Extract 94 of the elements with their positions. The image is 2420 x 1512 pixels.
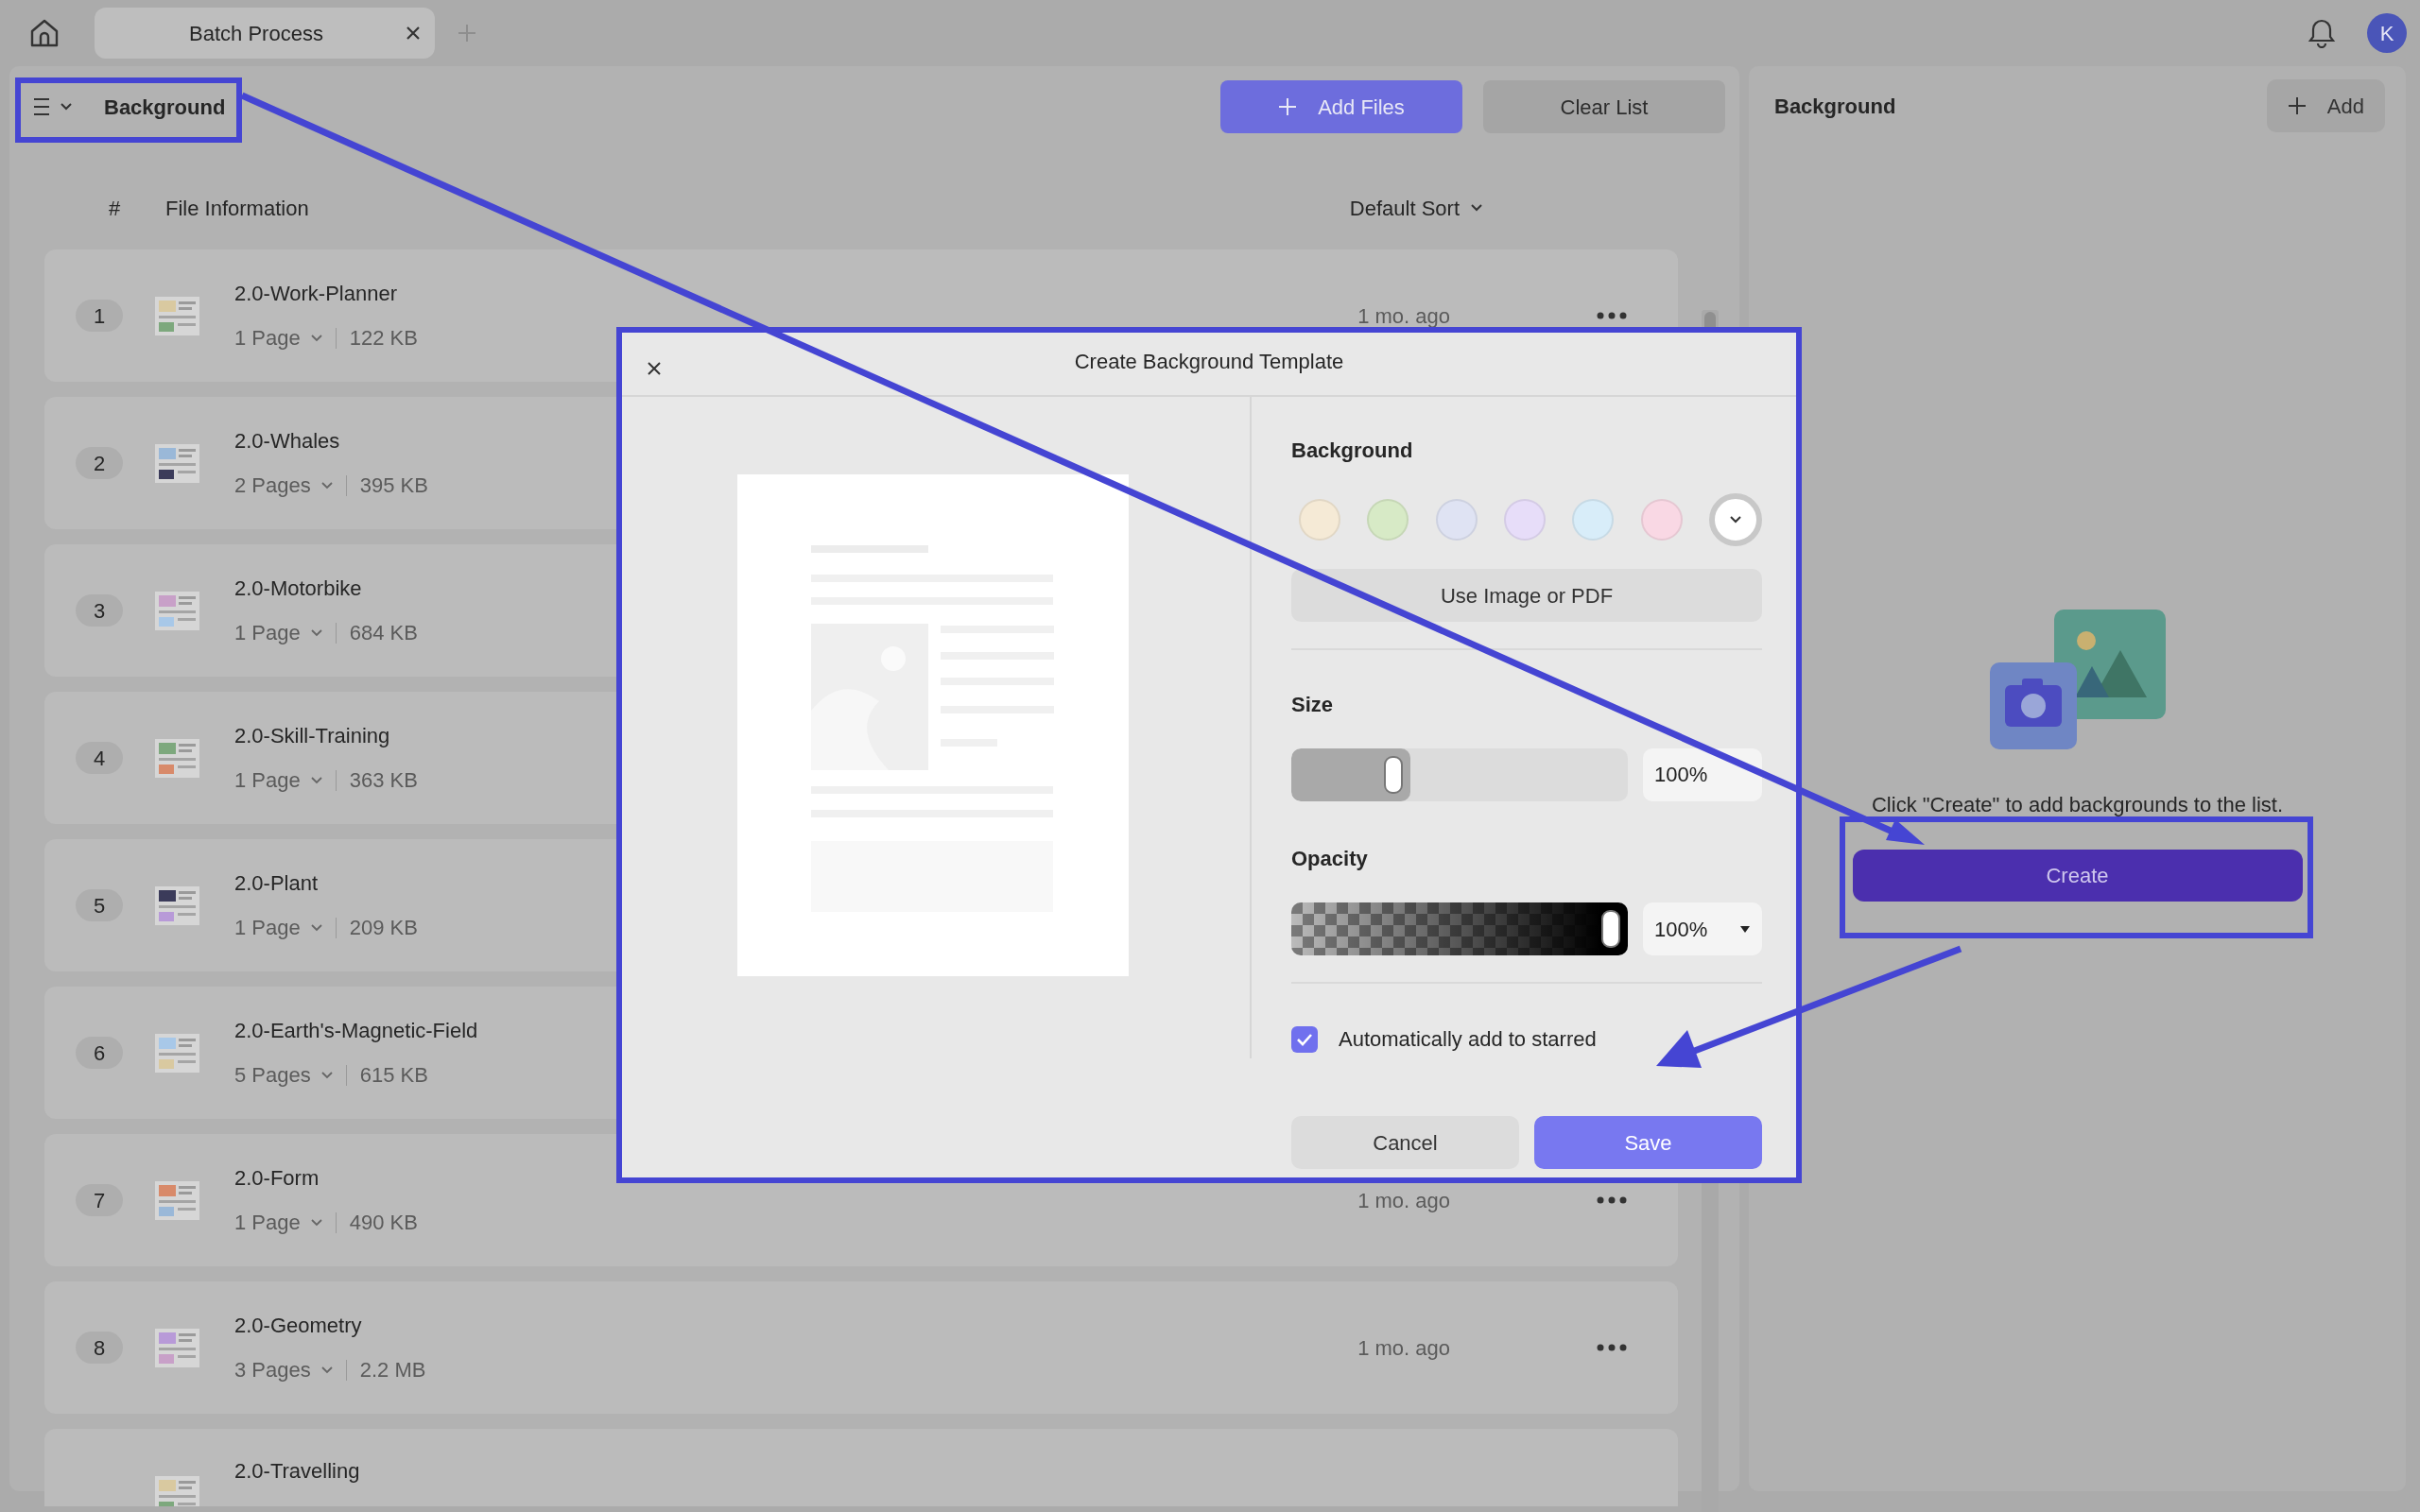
file-size: 122 KB xyxy=(349,325,418,352)
modified-time: 1 mo. ago xyxy=(1357,302,1450,330)
slider-track[interactable] xyxy=(1291,902,1628,955)
use-image-button[interactable]: Use Image or PDF xyxy=(1291,569,1762,622)
file-row[interactable]: 8 2.0-Geometry 3 Pages 2.2 MB 1 mo. ago xyxy=(44,1281,1678,1414)
page-count-dropdown[interactable]: 1 Page xyxy=(234,765,322,796)
row-number: 4 xyxy=(76,742,123,774)
chevron-down-icon xyxy=(320,1366,333,1374)
close-icon xyxy=(647,361,662,377)
row-number: 1 xyxy=(76,300,123,332)
chevron-down-icon xyxy=(310,1218,322,1227)
more-icon[interactable] xyxy=(1597,1196,1627,1204)
clear-list-button[interactable]: Clear List xyxy=(1483,80,1725,133)
hint-text: Click "Create" to add backgrounds to the list. xyxy=(1871,792,2284,818)
file-row[interactable]: 2.0-Travelling xyxy=(44,1429,1678,1506)
page-count-dropdown[interactable]: 2 Pages xyxy=(234,470,333,501)
opacity-select[interactable]: 100% xyxy=(1643,902,1762,955)
page-count-dropdown[interactable]: 1 Page xyxy=(234,1207,322,1238)
cancel-button[interactable]: Cancel xyxy=(1291,1116,1519,1169)
bell-icon[interactable] xyxy=(2308,18,2336,48)
file-name: 2.0-Motorbike xyxy=(234,576,363,602)
add-files-button[interactable]: Add Files xyxy=(1220,80,1462,133)
color-swatch[interactable] xyxy=(1435,499,1478,541)
dropdown-arrow-icon xyxy=(1739,924,1751,934)
select-value: 100% xyxy=(1654,916,1708,943)
panel-title: Background xyxy=(1774,93,1896,120)
chevron-down-icon xyxy=(1728,515,1742,524)
close-icon[interactable] xyxy=(405,25,422,42)
row-number: 3 xyxy=(76,594,123,627)
plus-icon xyxy=(1278,97,1298,116)
size-input[interactable]: 100% xyxy=(1643,748,1762,801)
page-count-dropdown[interactable]: 1 Page xyxy=(234,322,322,353)
file-name: 2.0-Form xyxy=(234,1165,320,1192)
page-count-dropdown[interactable]: 1 Page xyxy=(234,617,322,648)
tab[interactable]: Batch Process xyxy=(95,8,435,59)
color-swatch[interactable] xyxy=(1504,499,1546,541)
file-size: 395 KB xyxy=(359,472,428,499)
chevron-down-icon xyxy=(310,628,322,637)
row-number: 8 xyxy=(76,1332,123,1364)
file-name: 2.0-Whales xyxy=(234,428,341,455)
dialog-title: Create Background Template xyxy=(1074,348,1344,375)
user-avatar[interactable]: K xyxy=(2367,13,2407,53)
column-header: File Information xyxy=(165,195,309,222)
file-name: 2.0-Skill-Training xyxy=(234,723,391,749)
tab-label: Batch Process xyxy=(188,20,324,47)
color-swatch[interactable] xyxy=(1367,499,1409,541)
checkbox[interactable] xyxy=(1291,1025,1318,1053)
file-size: 615 KB xyxy=(359,1062,428,1089)
modified-time: 1 mo. ago xyxy=(1357,1334,1450,1362)
file-name: 2.0-Travelling xyxy=(234,1458,360,1485)
page-count-dropdown[interactable]: 3 Pages xyxy=(234,1354,333,1385)
slider-thumb[interactable] xyxy=(1601,910,1620,948)
chevron-down-icon xyxy=(310,923,322,932)
chevron-down-icon xyxy=(320,481,333,490)
file-name: 2.0-Plant xyxy=(234,870,320,897)
section-label: Background xyxy=(1291,438,1414,464)
check-icon xyxy=(1296,1032,1313,1046)
row-number: 6 xyxy=(76,1037,123,1069)
page-count-dropdown[interactable]: 5 Pages xyxy=(234,1059,333,1091)
more-icon[interactable] xyxy=(1597,312,1627,319)
chevron-down-icon xyxy=(310,334,322,342)
checkbox-label: Automatically add to starred xyxy=(1339,1026,1597,1053)
chevron-down-icon xyxy=(320,1071,333,1079)
add-button[interactable]: Add xyxy=(2266,79,2385,132)
file-name: 2.0-Geometry xyxy=(234,1313,363,1339)
file-size: 2.2 MB xyxy=(359,1357,426,1383)
color-swatch[interactable] xyxy=(1572,499,1615,541)
chevron-down-icon xyxy=(1470,203,1483,213)
color-swatch[interactable] xyxy=(1640,499,1683,541)
page-count-dropdown[interactable]: 1 Page xyxy=(234,912,322,943)
chevron-down-icon xyxy=(310,776,322,784)
section-title: Background xyxy=(104,94,226,121)
file-size: 684 KB xyxy=(349,620,418,646)
file-name: 2.0-Work-Planner xyxy=(234,281,398,307)
create-button[interactable]: Create xyxy=(1852,850,2303,902)
file-size: 209 KB xyxy=(349,915,418,941)
section-label: Opacity xyxy=(1291,846,1369,872)
modified-time: 1 mo. ago xyxy=(1357,1187,1450,1214)
save-button[interactable]: Save xyxy=(1534,1116,1762,1169)
plus-icon xyxy=(2287,96,2307,115)
slider-track[interactable] xyxy=(1291,748,1628,801)
section-label: Size xyxy=(1291,692,1335,718)
row-number: 7 xyxy=(76,1184,123,1216)
file-name: 2.0-Earth's-Magnetic-Field xyxy=(234,1018,478,1044)
home-icon[interactable] xyxy=(28,17,60,49)
row-number: 5 xyxy=(76,889,123,921)
chevron-down-icon[interactable] xyxy=(60,102,73,112)
sort-dropdown[interactable]: Default Sort xyxy=(1343,191,1489,225)
more-icon[interactable] xyxy=(1597,1344,1627,1351)
file-size: 363 KB xyxy=(349,767,418,794)
color-swatch[interactable] xyxy=(1299,499,1340,541)
file-size: 490 KB xyxy=(349,1210,418,1236)
row-number: 2 xyxy=(76,447,123,479)
column-header: # xyxy=(109,195,122,222)
